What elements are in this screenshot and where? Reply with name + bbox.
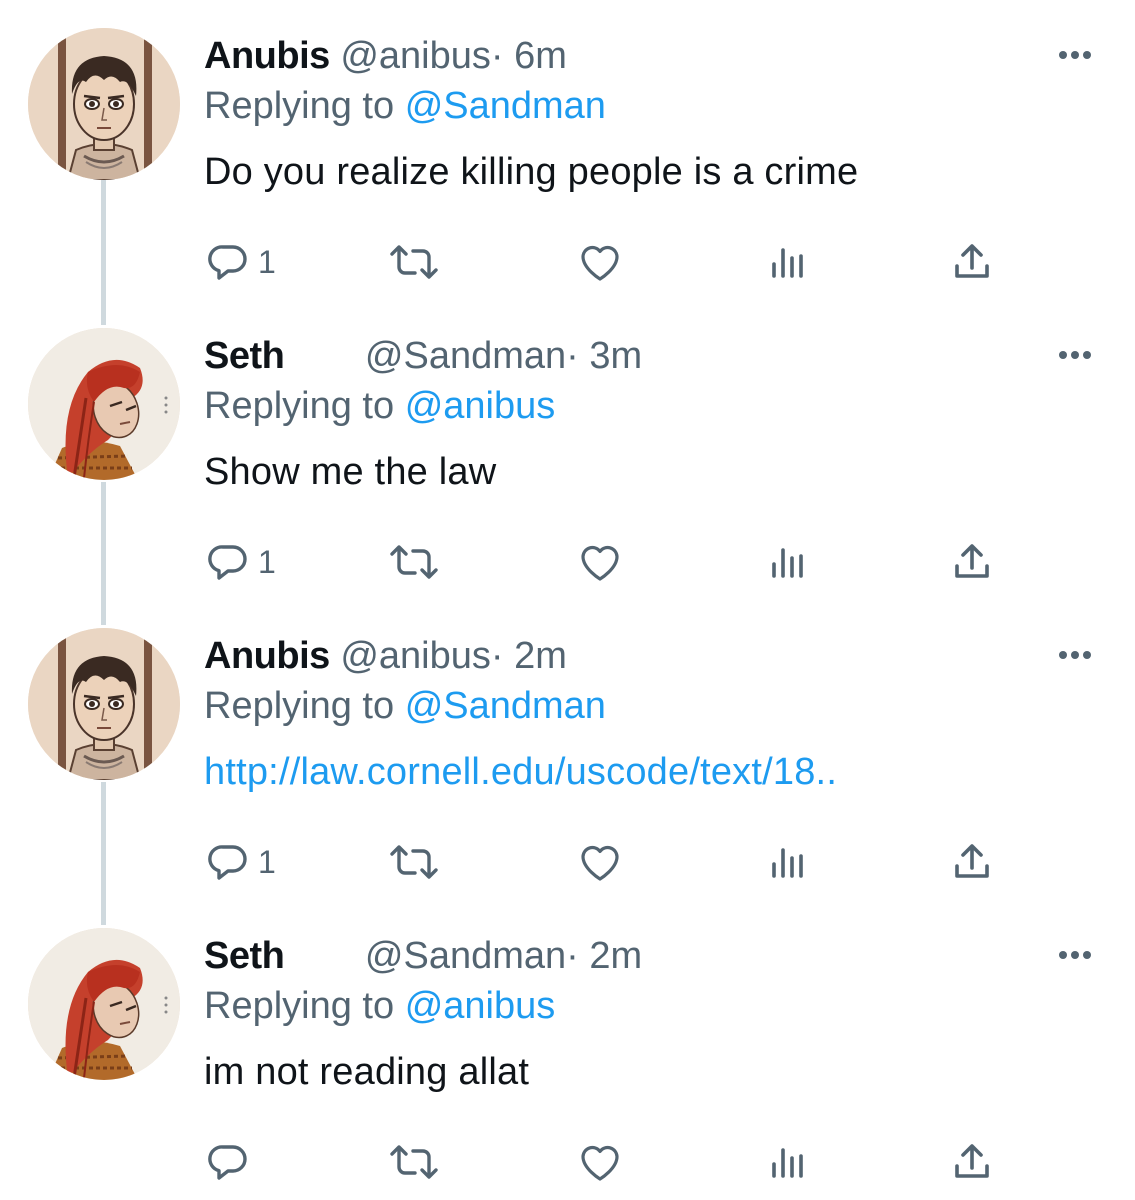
tweet-actions xyxy=(190,1132,1020,1192)
seth-portrait-icon xyxy=(28,328,180,480)
more-icon xyxy=(1059,351,1091,359)
more-icon xyxy=(1059,951,1091,959)
replying-to: Replying to @anibus xyxy=(204,382,555,430)
analytics-icon xyxy=(772,548,803,578)
avatar[interactable] xyxy=(28,628,180,780)
tweet-time: · 2m xyxy=(566,935,643,977)
author-name[interactable]: Seth xyxy=(204,335,285,377)
retweet-button[interactable] xyxy=(386,832,442,892)
tweet-link[interactable]: http://law.cornell.edu/uscode/text/18.. xyxy=(204,748,837,796)
analytics-icon xyxy=(772,1148,803,1178)
tweet-actions: 1 xyxy=(190,832,1020,892)
retweet-button[interactable] xyxy=(386,532,442,592)
tweet-text: Show me the law xyxy=(204,451,497,493)
more-options-button[interactable] xyxy=(1052,40,1098,70)
tweet-header: Seth @Sandman· 2m xyxy=(204,932,642,980)
share-icon xyxy=(955,844,989,878)
heart-icon xyxy=(581,545,619,581)
share-icon xyxy=(955,544,989,578)
retweet-icon xyxy=(390,245,438,279)
analytics-icon xyxy=(772,848,803,878)
replying-to-label: Replying to xyxy=(204,85,395,127)
share-icon xyxy=(955,1144,989,1178)
retweet-icon xyxy=(390,1145,438,1179)
author-handle[interactable]: @anibus xyxy=(340,35,491,77)
share-icon xyxy=(955,244,989,278)
retweet-button[interactable] xyxy=(386,1132,442,1192)
views-button[interactable] xyxy=(764,232,812,292)
replying-to: Replying to @anibus xyxy=(204,982,555,1030)
reply-button[interactable]: 1 xyxy=(204,832,276,892)
share-button[interactable] xyxy=(948,1132,996,1192)
replying-to: Replying to @Sandman xyxy=(204,682,606,730)
author-handle[interactable]: @Sandman xyxy=(365,935,566,977)
reply-button[interactable]: 1 xyxy=(204,232,276,292)
reply-mention-link[interactable]: @anibus xyxy=(405,985,556,1027)
avatar[interactable] xyxy=(28,928,180,1080)
like-button[interactable] xyxy=(576,1132,624,1192)
reply-icon xyxy=(208,245,247,280)
more-options-button[interactable] xyxy=(1052,640,1098,670)
author-handle[interactable]: @Sandman xyxy=(365,335,566,377)
retweet-button[interactable] xyxy=(386,232,442,292)
more-icon xyxy=(1059,651,1091,659)
anubis-portrait-icon xyxy=(28,28,180,180)
heart-icon xyxy=(581,845,619,881)
author-handle[interactable]: @anibus xyxy=(340,635,491,677)
views-button[interactable] xyxy=(764,1132,812,1192)
views-button[interactable] xyxy=(764,532,812,592)
retweet-icon xyxy=(390,545,438,579)
reply-mention-link[interactable]: @Sandman xyxy=(405,85,606,127)
reply-count: 1 xyxy=(258,843,276,880)
replying-to: Replying to @Sandman xyxy=(204,82,606,130)
tweet[interactable]: Anubis @anibus· 2m Replying to @Sandman … xyxy=(0,600,1135,900)
share-button[interactable] xyxy=(948,532,996,592)
tweet-time: · 3m xyxy=(566,335,643,377)
reply-mention-link[interactable]: @anibus xyxy=(405,385,556,427)
anubis-portrait-icon xyxy=(28,628,180,780)
more-options-button[interactable] xyxy=(1052,340,1098,370)
like-button[interactable] xyxy=(576,532,624,592)
more-options-button[interactable] xyxy=(1052,940,1098,970)
reply-icon xyxy=(208,845,247,880)
tweet[interactable]: Anubis @anibus· 6m Replying to @Sandman … xyxy=(0,0,1135,300)
tweet[interactable]: Seth @Sandman· 2m Replying to @anibus im… xyxy=(0,900,1135,1200)
heart-icon xyxy=(581,1145,619,1181)
tweet[interactable]: Seth @Sandman· 3m Replying to @anibus Sh… xyxy=(0,300,1135,600)
replying-to-label: Replying to xyxy=(204,385,395,427)
tweet-time: · 6m xyxy=(490,35,567,77)
like-button[interactable] xyxy=(576,832,624,892)
tweet-header: Anubis @anibus· 6m xyxy=(204,32,567,80)
views-button[interactable] xyxy=(764,832,812,892)
author-name[interactable]: Anubis xyxy=(204,635,330,677)
tweet-actions: 1 xyxy=(190,532,1020,592)
retweet-icon xyxy=(390,845,438,879)
tweet-header: Anubis @anibus· 2m xyxy=(204,632,567,680)
tweet-time: · 2m xyxy=(490,635,567,677)
reply-count: 1 xyxy=(258,543,276,580)
analytics-icon xyxy=(772,248,803,278)
tweet-text: im not reading allat xyxy=(204,1051,530,1093)
heart-icon xyxy=(581,245,619,281)
reply-mention-link[interactable]: @Sandman xyxy=(405,685,606,727)
reply-button[interactable]: 1 xyxy=(204,532,276,592)
author-name[interactable]: Anubis xyxy=(204,35,330,77)
author-name[interactable]: Seth xyxy=(204,935,285,977)
tweet-text: Do you realize killing people is a crime xyxy=(204,151,859,193)
avatar[interactable] xyxy=(28,328,180,480)
replying-to-label: Replying to xyxy=(204,985,395,1027)
tweet-actions: 1 xyxy=(190,232,1020,292)
reply-button[interactable] xyxy=(204,1132,258,1192)
seth-portrait-icon xyxy=(28,928,180,1080)
avatar[interactable] xyxy=(28,28,180,180)
share-button[interactable] xyxy=(948,832,996,892)
like-button[interactable] xyxy=(576,232,624,292)
tweet-header: Seth @Sandman· 3m xyxy=(204,332,642,380)
more-icon xyxy=(1059,51,1091,59)
reply-icon xyxy=(208,545,247,580)
replying-to-label: Replying to xyxy=(204,685,395,727)
reply-count: 1 xyxy=(258,243,276,280)
reply-icon xyxy=(208,1145,247,1180)
share-button[interactable] xyxy=(948,232,996,292)
